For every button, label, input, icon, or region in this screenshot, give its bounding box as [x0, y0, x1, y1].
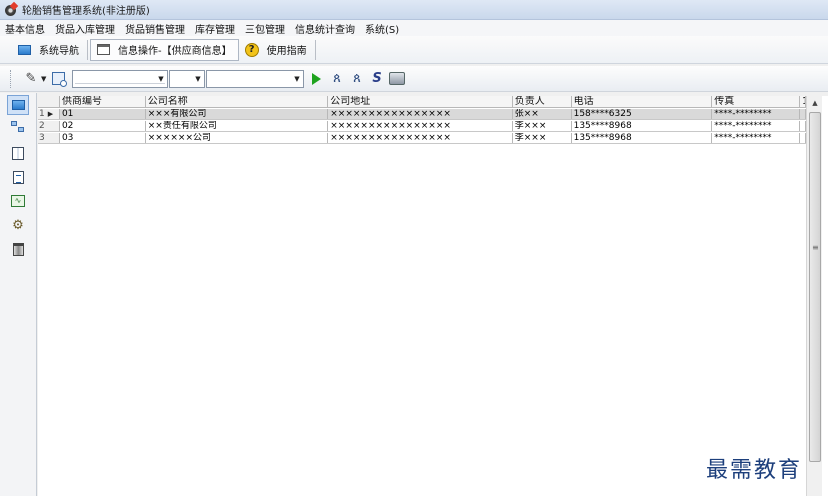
menu-warranty[interactable]: 三包管理: [242, 21, 292, 36]
left-function-bar: ∿ ⚙: [0, 93, 37, 496]
toolbar: ✎ ▼ ▼ ▼ ▼ ጰ ጰ S: [0, 66, 828, 92]
menu-goods-sales[interactable]: 货品销售管理: [122, 21, 192, 36]
side-button-document[interactable]: [10, 169, 26, 185]
table-row[interactable]: 3 03 ××××××公司 ×××××××××××××××× 李××× 135*…: [38, 133, 806, 144]
menu-statistics-query[interactable]: 信息统计查询: [292, 21, 362, 36]
title-bar: 轮胎销售管理系统(非注册版): [0, 0, 828, 20]
row-indicator-header: [38, 96, 60, 107]
table-row[interactable]: 2 02 ××责任有限公司 ×××××××××××××××× 李××× 135*…: [38, 121, 806, 132]
grid-header-row: 供商编号 公司名称 公司地址 负责人 电话 传真 1: [38, 96, 806, 108]
side-button-monitor[interactable]: [7, 95, 29, 115]
column-header-supplier-code[interactable]: 供商编号: [60, 96, 146, 107]
chevron-down-icon[interactable]: ▼: [41, 75, 48, 83]
monitor-icon: [11, 100, 25, 110]
side-button-trash[interactable]: [10, 241, 26, 257]
user-filter-icon[interactable]: ጰ: [349, 71, 365, 87]
scrollbar-thumb[interactable]: [809, 112, 821, 462]
run-query-icon[interactable]: [312, 72, 321, 85]
print-button[interactable]: [389, 71, 405, 87]
window-title: 轮胎销售管理系统(非注册版): [22, 6, 150, 17]
row-number: 3: [39, 133, 45, 143]
window-icon: [97, 44, 110, 55]
column-header-company-name[interactable]: 公司名称: [146, 96, 329, 107]
watermark-text: 最需教育: [706, 458, 803, 483]
cell-phone[interactable]: 135****8968: [572, 121, 713, 131]
tab-supplier-info[interactable]: 信息操作-【供应商信息】: [90, 38, 239, 61]
row-indicator[interactable]: 3: [38, 133, 60, 143]
row-indicator[interactable]: 2: [38, 121, 60, 131]
column-header-contact-person[interactable]: 负责人: [513, 96, 572, 107]
printer-icon: [389, 72, 405, 85]
supplier-grid: 供商编号 公司名称 公司地址 负责人 电话 传真 1 1▶ 01 ×××有限公司…: [38, 96, 828, 496]
user-search-icon[interactable]: ጰ: [329, 71, 345, 87]
tools-icon: ⚙: [12, 217, 24, 233]
cell-fax[interactable]: ****-********: [712, 109, 800, 119]
side-button-book[interactable]: [10, 145, 26, 161]
sort-icon[interactable]: S: [369, 71, 385, 87]
cell-company-name[interactable]: ××责任有限公司: [146, 121, 329, 131]
cell-supplier-code[interactable]: 02: [60, 121, 146, 131]
row-number: 1: [39, 109, 45, 119]
document-tab-bar: 系统导航 信息操作-【供应商信息】 ? 使用指南: [0, 36, 828, 64]
side-button-network[interactable]: [10, 119, 26, 135]
cell-supplier-code[interactable]: 03: [60, 133, 146, 143]
column-header-phone[interactable]: 电话: [572, 96, 713, 107]
scroll-up-arrow-icon[interactable]: ▲: [807, 96, 823, 110]
cell-contact-person[interactable]: 张××: [513, 109, 572, 119]
column-header-fax[interactable]: 传真: [712, 96, 800, 107]
document-icon: [12, 170, 24, 184]
tab-label: 系统导航: [39, 46, 79, 57]
trash-icon: [12, 242, 24, 256]
field-select[interactable]: ▼: [72, 69, 168, 88]
toolbar-grip[interactable]: [10, 69, 13, 88]
menu-goods-inbound[interactable]: 货品入库管理: [52, 21, 122, 36]
network-icon: [11, 121, 25, 133]
cell-contact-person[interactable]: 李×××: [513, 133, 572, 143]
cell-fax[interactable]: ****-********: [712, 121, 800, 131]
monitor-icon: [18, 44, 31, 55]
table-row[interactable]: 1 ▶ 01 ×××有限公司 ×××××××××××××××× 张×× 158**…: [38, 109, 806, 120]
tab-label: 使用指南: [266, 46, 307, 57]
row-indicator[interactable]: 1 ▶: [38, 109, 60, 119]
column-header-company-address[interactable]: 公司地址: [328, 96, 513, 107]
combo-divider: [75, 82, 165, 84]
find-button[interactable]: [50, 71, 67, 87]
tab-user-guide[interactable]: ? 使用指南: [239, 39, 313, 61]
cell-company-name[interactable]: ×××有限公司: [146, 109, 329, 119]
current-row-arrow-icon: ▶: [47, 109, 54, 118]
help-icon: ?: [244, 42, 259, 57]
operator-select[interactable]: ▼: [169, 69, 205, 88]
cell-company-address[interactable]: ××××××××××××××××: [328, 133, 513, 143]
tab-system-navigation[interactable]: 系统导航: [12, 39, 85, 61]
tire-app-icon: [4, 1, 19, 17]
tab-separator: [87, 39, 88, 60]
menu-inventory[interactable]: 库存管理: [192, 21, 242, 36]
cell-phone[interactable]: 158****6325: [572, 109, 713, 119]
tab-label: 信息操作-【供应商信息】: [118, 46, 232, 57]
cell-supplier-code[interactable]: 01: [60, 109, 146, 119]
cell-company-name[interactable]: ××××××公司: [146, 133, 329, 143]
menu-bar: 基本信息 货品入库管理 货品销售管理 库存管理 三包管理 信息统计查询 系统(S…: [0, 20, 828, 36]
menu-basic-info[interactable]: 基本信息: [2, 21, 52, 36]
search-icon: [51, 72, 67, 87]
side-button-chart[interactable]: ∿: [10, 193, 26, 209]
value-select[interactable]: ▼: [206, 69, 304, 88]
row-number: 2: [39, 121, 45, 131]
tab-separator: [314, 39, 316, 60]
menu-system[interactable]: 系统(S): [362, 21, 406, 36]
chevron-down-icon: ▼: [294, 74, 300, 83]
cell-contact-person[interactable]: 李×××: [513, 121, 572, 131]
chevron-down-icon: ▼: [158, 74, 164, 83]
book-icon: [12, 146, 24, 160]
cell-fax[interactable]: ****-********: [712, 133, 800, 143]
vertical-scrollbar[interactable]: ▲: [806, 96, 822, 496]
cell-company-address[interactable]: ××××××××××××××××: [328, 121, 513, 131]
chevron-down-icon: ▼: [195, 74, 201, 83]
cell-phone[interactable]: 135****8968: [572, 133, 713, 143]
cell-company-address[interactable]: ××××××××××××××××: [328, 109, 513, 119]
edit-pencil-icon[interactable]: ✎: [23, 71, 39, 87]
chart-icon: ∿: [11, 195, 25, 207]
side-button-tools[interactable]: ⚙: [10, 217, 26, 233]
